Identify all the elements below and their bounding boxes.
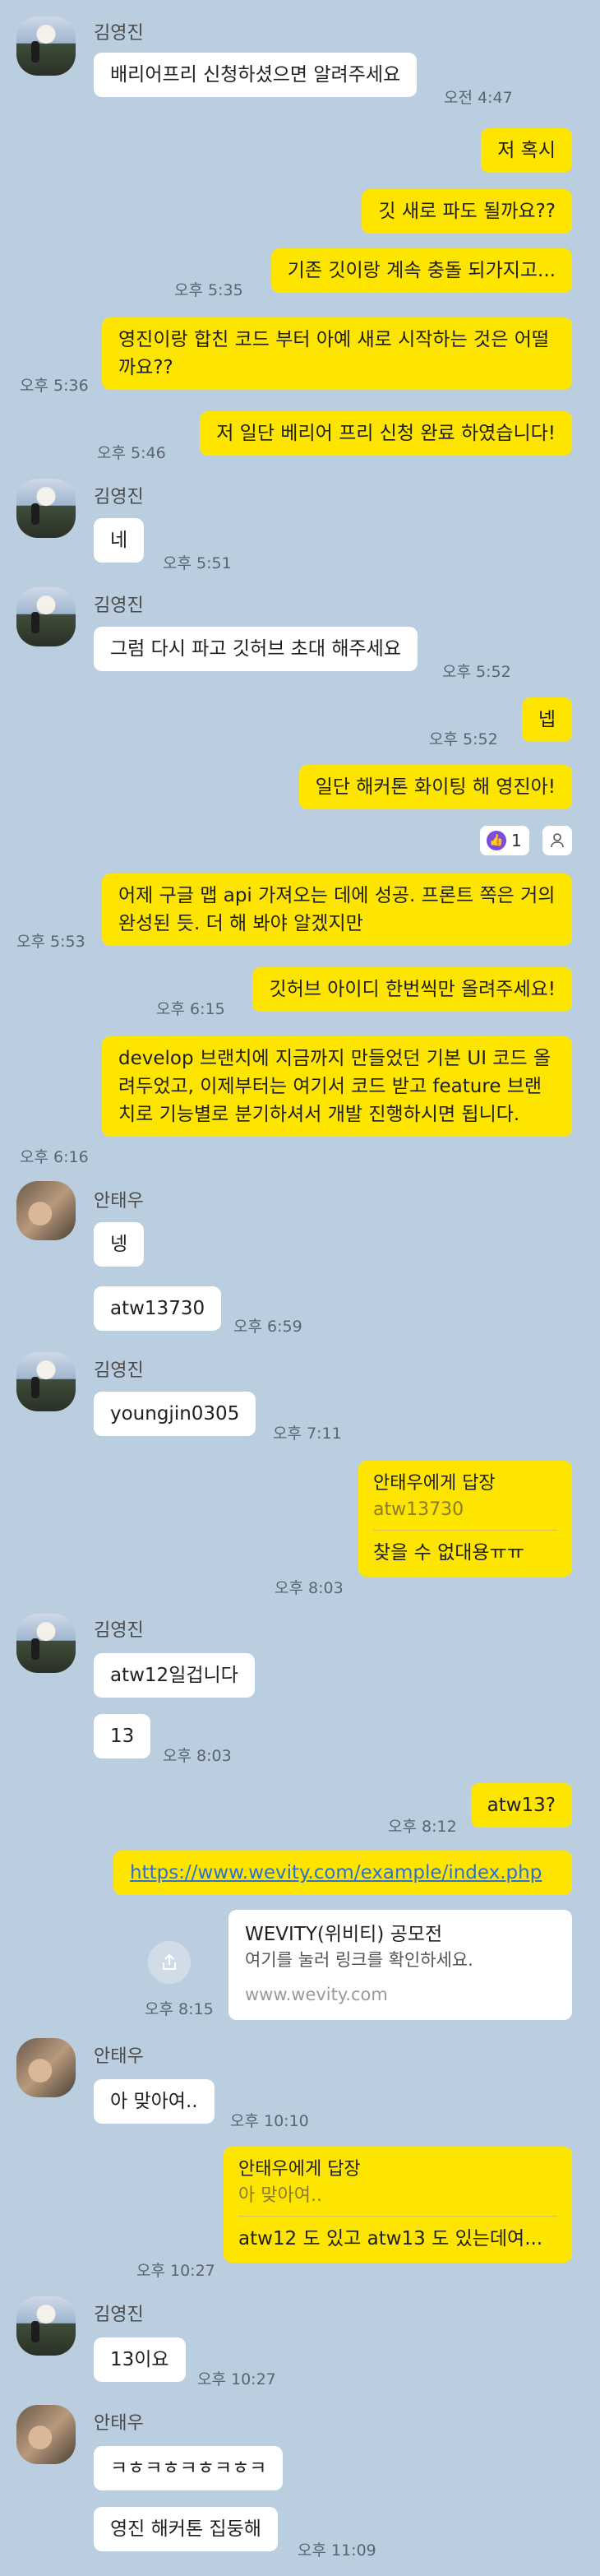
message-bubble[interactable]: 13 [94,1714,151,1758]
avatar[interactable] [16,1614,76,1673]
sender-name: 김영진 [94,23,144,44]
message-time: 오후 8:12 [388,1818,457,1836]
message-bubble[interactable]: atw12일겁니다 [94,1653,255,1698]
message-bubble[interactable]: 저 일단 베리어 프리 신청 완료 하였습니다! [200,411,572,456]
avatar[interactable] [16,16,76,76]
message-bubble[interactable]: atw13730 [94,1286,222,1331]
message-bubble[interactable]: 배리어프리 신청하셨으면 알려주세요 [94,53,418,97]
message-time: 오후 8:03 [163,1747,232,1765]
message-time: 오후 8:15 [145,2000,214,2018]
reply-quote: atw13730 [373,1499,464,1520]
message-bubble[interactable]: ㅋㅎㅋㅎㅋㅎㅋㅎㅋ [94,2446,284,2490]
message-time: 오전 4:47 [444,89,513,107]
message-time: 오후 5:53 [16,933,85,951]
message-bubble[interactable]: 깃 새로 파도 될까요?? [362,189,572,234]
link-preview-domain: www.wevity.com [245,1985,388,2004]
avatar[interactable] [16,2296,76,2356]
sender-name: 김영진 [94,2305,144,2325]
link-preview-title: WEVITY(위비티) 공모전 [245,1924,443,1945]
message-time: 오후 5:52 [442,663,511,681]
sender-name: 김영진 [94,1620,144,1641]
message-time: 오후 5:36 [20,377,89,395]
sender-name: 안태우 [94,2046,144,2067]
sender-name: 김영진 [94,1360,144,1381]
share-icon[interactable] [148,1941,191,1984]
message-bubble[interactable]: 13이요 [94,2337,186,2382]
message-bubble[interactable]: develop 브랜치에 지금까지 만들었던 기본 UI 코드 올려두었고, 이… [102,1036,572,1137]
message-time: 오후 11:09 [298,2541,376,2560]
message-bubble[interactable]: 일단 해커톤 화이팅 해 영진아! [298,765,572,809]
message-bubble[interactable]: atw13? [470,1783,572,1828]
sender-name: 안태우 [94,1191,144,1212]
thumbs-up-icon: 👍 [487,831,506,850]
message-bubble[interactable]: 아 맞아여.. [94,2079,215,2124]
message-bubble[interactable]: 그럼 다시 파고 깃허브 초대 해주세요 [94,627,418,671]
link-preview-card[interactable]: WEVITY(위비티) 공모전 여기를 눌러 링크를 확인하세요. www.we… [228,1910,572,2020]
sender-name: 김영진 [94,595,144,616]
reply-bubble[interactable]: 안태우에게 답장 atw13730 찾을 수 없대용ㅠㅠ [358,1461,572,1577]
avatar[interactable] [16,1352,76,1411]
reply-text: 찾을 수 없대용ㅠㅠ [373,1542,524,1564]
message-bubble[interactable]: 넹 [94,1222,145,1267]
avatar[interactable] [16,479,76,538]
reply-target: 안태우에게 답장 [238,2159,361,2180]
reaction-badge[interactable]: 👍 1 [480,826,529,855]
person-icon[interactable] [542,826,572,855]
link-preview-description: 여기를 눌러 링크를 확인하세요. [245,1950,473,1970]
reply-target: 안태우에게 답장 [373,1473,496,1494]
link-url[interactable]: https://www.wevity.com/example/index.php [130,1862,542,1883]
message-time: 오후 10:10 [230,2112,309,2130]
avatar[interactable] [16,2405,76,2464]
reply-divider [238,2216,557,2217]
message-time: 오후 5:52 [429,730,498,748]
reply-divider [373,1530,557,1531]
avatar[interactable] [16,587,76,646]
message-time: 오후 10:27 [136,2262,215,2280]
reply-text: atw12 도 있고 atw13 도 있는데여... [238,2228,543,2249]
message-bubble[interactable]: 깃허브 아이디 한번씩만 올려주세요! [252,967,572,1012]
reaction-count: 1 [511,831,522,850]
avatar[interactable] [16,1181,76,1240]
message-bubble[interactable]: 어제 구글 맵 api 가져오는 데에 성공. 프론트 쪽은 거의 완성된 듯.… [102,873,572,946]
message-time: 오후 6:16 [20,1148,89,1166]
message-bubble[interactable]: 기존 깃이랑 계속 충돌 되가지고... [270,248,572,293]
message-bubble[interactable]: 저 혹시 [481,128,572,173]
reply-quote: 아 맞아여.. [238,2185,322,2206]
message-bubble[interactable]: 네 [94,518,145,563]
chat-thread: 김영진 배리어프리 신청하셨으면 알려주세요 오전 4:47 저 혹시 깃 새로… [0,0,600,2576]
message-time: 오후 7:11 [273,1425,342,1443]
sender-name: 김영진 [94,487,144,507]
message-bubble[interactable]: youngjin0305 [94,1392,256,1436]
message-bubble[interactable]: 넵 [521,697,572,742]
sender-name: 안태우 [94,2413,144,2434]
link-bubble[interactable]: https://www.wevity.com/example/index.php [113,1851,572,1895]
message-time: 오후 8:03 [275,1579,344,1597]
message-time: 오후 5:46 [97,444,166,462]
message-bubble[interactable]: 영진 해커톤 집둥해 [94,2507,278,2551]
message-time: 오후 5:35 [174,281,243,299]
avatar[interactable] [16,2038,76,2097]
reply-bubble[interactable]: 안태우에게 답장 아 맞아여.. atw12 도 있고 atw13 도 있는데여… [224,2147,572,2263]
message-time: 오후 6:59 [233,1318,302,1336]
message-bubble[interactable]: 영진이랑 합친 코드 부터 아예 새로 시작하는 것은 어떨까요?? [102,317,572,390]
message-time: 오후 6:15 [156,1000,225,1018]
message-time: 오후 10:27 [197,2370,276,2388]
message-time: 오후 5:51 [163,554,232,572]
